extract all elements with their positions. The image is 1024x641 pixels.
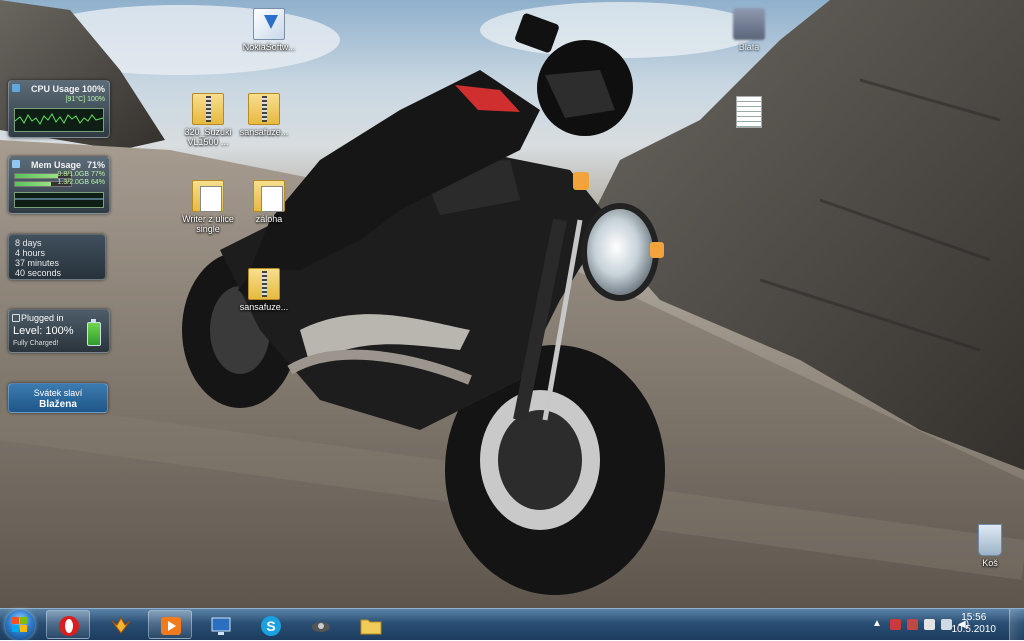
opera-icon (59, 616, 79, 636)
taskbar-device-app[interactable] (298, 610, 342, 639)
taskbar-opera[interactable] (46, 610, 90, 639)
uptime-seconds: 40 seconds (15, 268, 62, 278)
tray-flag-icon[interactable] (907, 619, 918, 630)
battery-gadget[interactable]: Plugged in Level: 100% Fully Charged! (8, 309, 110, 353)
desktop-icon-nokia-software[interactable]: NokiaSoftw... (231, 8, 307, 52)
plug-icon (12, 314, 20, 322)
taskbar-skype[interactable]: S (248, 610, 292, 639)
memory-percent: 71% (86, 160, 105, 170)
clock-date: 10.5.2010 (951, 624, 997, 635)
blurred-icon (733, 8, 765, 40)
zip-folder-icon (248, 268, 280, 300)
desktop-icon-sansafuze-zip[interactable]: sansafuze... (226, 93, 302, 137)
cpu-title: CPU Usage (31, 84, 80, 94)
installer-icon (253, 8, 285, 40)
desktop-icon-label: sansafuze... (239, 302, 289, 312)
desktop-icon-sansafuze-zip-2[interactable]: sansafuze... (226, 268, 302, 312)
taskbar-winamp[interactable] (98, 610, 142, 639)
battery-icon (87, 319, 101, 346)
uptime-minutes: 37 minutes (15, 258, 60, 268)
tray-app-icon[interactable] (890, 619, 901, 630)
desktop-wallpaper[interactable] (0, 0, 1024, 608)
taskbar-clock[interactable]: 15:56 10.5.2010 (952, 612, 997, 636)
battery-note: Fully Charged! (13, 340, 59, 347)
taskbar-explorer[interactable] (348, 610, 392, 639)
zip-folder-icon (192, 93, 224, 125)
desktop-icon-text-file[interactable] (711, 96, 787, 130)
memory-line2: 1.3/2.0GB 64% (57, 179, 105, 186)
motorcycle-wallpaper-art (0, 0, 1024, 608)
show-desktop-button[interactable] (1009, 609, 1024, 641)
uptime-days: 8 days (15, 238, 42, 248)
media-player-icon (161, 617, 181, 635)
recycle-bin-icon (978, 524, 1002, 556)
svg-text:S: S (266, 618, 275, 634)
cpu-graph (14, 108, 104, 132)
clock-time: 15:56 (961, 612, 987, 623)
desktop-icon-label: Koš (982, 558, 998, 568)
tray-network-icon[interactable] (941, 619, 952, 630)
nameday-gadget[interactable]: Svátek slaví Blažena (8, 383, 108, 413)
desktop-icon-zaloha-folder[interactable]: záloha (231, 180, 307, 224)
start-button[interactable] (2, 609, 38, 641)
memory-title: Mem Usage (31, 160, 82, 170)
folder-icon (360, 619, 382, 635)
taskbar-media-player[interactable] (148, 610, 192, 639)
battery-level: Level: 100% (13, 325, 74, 337)
folder-icon (192, 180, 224, 212)
folder-icon (253, 180, 285, 212)
monitor-icon (211, 617, 231, 635)
desktop-icon-recycle-bin[interactable]: Koš (952, 524, 1024, 568)
memory-line1: 0.8/1.0GB 77% (57, 171, 105, 178)
cpu-usage-gadget[interactable]: CPU Usage 100% [91°C] 100% (8, 80, 110, 138)
text-document-icon (736, 96, 762, 128)
desktop-icon-label: sansafuze... (239, 127, 289, 137)
taskbar: S ▲ ◀) 15:56 10.5.2010 (0, 608, 1024, 641)
tray-power-icon[interactable] (924, 619, 935, 630)
cpu-detail: [91°C] 100% (65, 96, 105, 103)
battery-status: Plugged in (21, 313, 64, 323)
uptime-gadget[interactable]: 8 days 4 hours 37 minutes 40 seconds (8, 234, 106, 280)
taskbar-remote-desktop[interactable] (198, 610, 242, 639)
skype-icon: S (261, 616, 281, 636)
memory-usage-gadget[interactable]: Mem Usage 71% 0.8/1.0GB 77% 1.3/2.0GB 64… (8, 156, 110, 214)
nameday-name: Blažena (39, 399, 77, 410)
desktop-icon-label: Blafa (738, 42, 760, 52)
zip-folder-icon (248, 93, 280, 125)
desktop-icon-label: NokiaSoftw... (242, 42, 296, 52)
nameday-caption: Svátek slaví (33, 388, 83, 398)
windows-logo-icon (12, 617, 28, 632)
device-icon (312, 622, 330, 632)
cpu-percent: 100% (81, 84, 105, 94)
desktop-icon-label: záloha (255, 214, 283, 224)
uptime-hours: 4 hours (15, 248, 46, 258)
system-tray: ▲ ◀) 15:56 10.5.2010 (864, 609, 1024, 641)
desktop-icon-blurred[interactable]: Blafa (711, 8, 787, 52)
memory-graph (14, 192, 104, 208)
winamp-icon (111, 616, 131, 634)
tray-overflow-arrow-icon[interactable]: ▲ (872, 618, 882, 629)
